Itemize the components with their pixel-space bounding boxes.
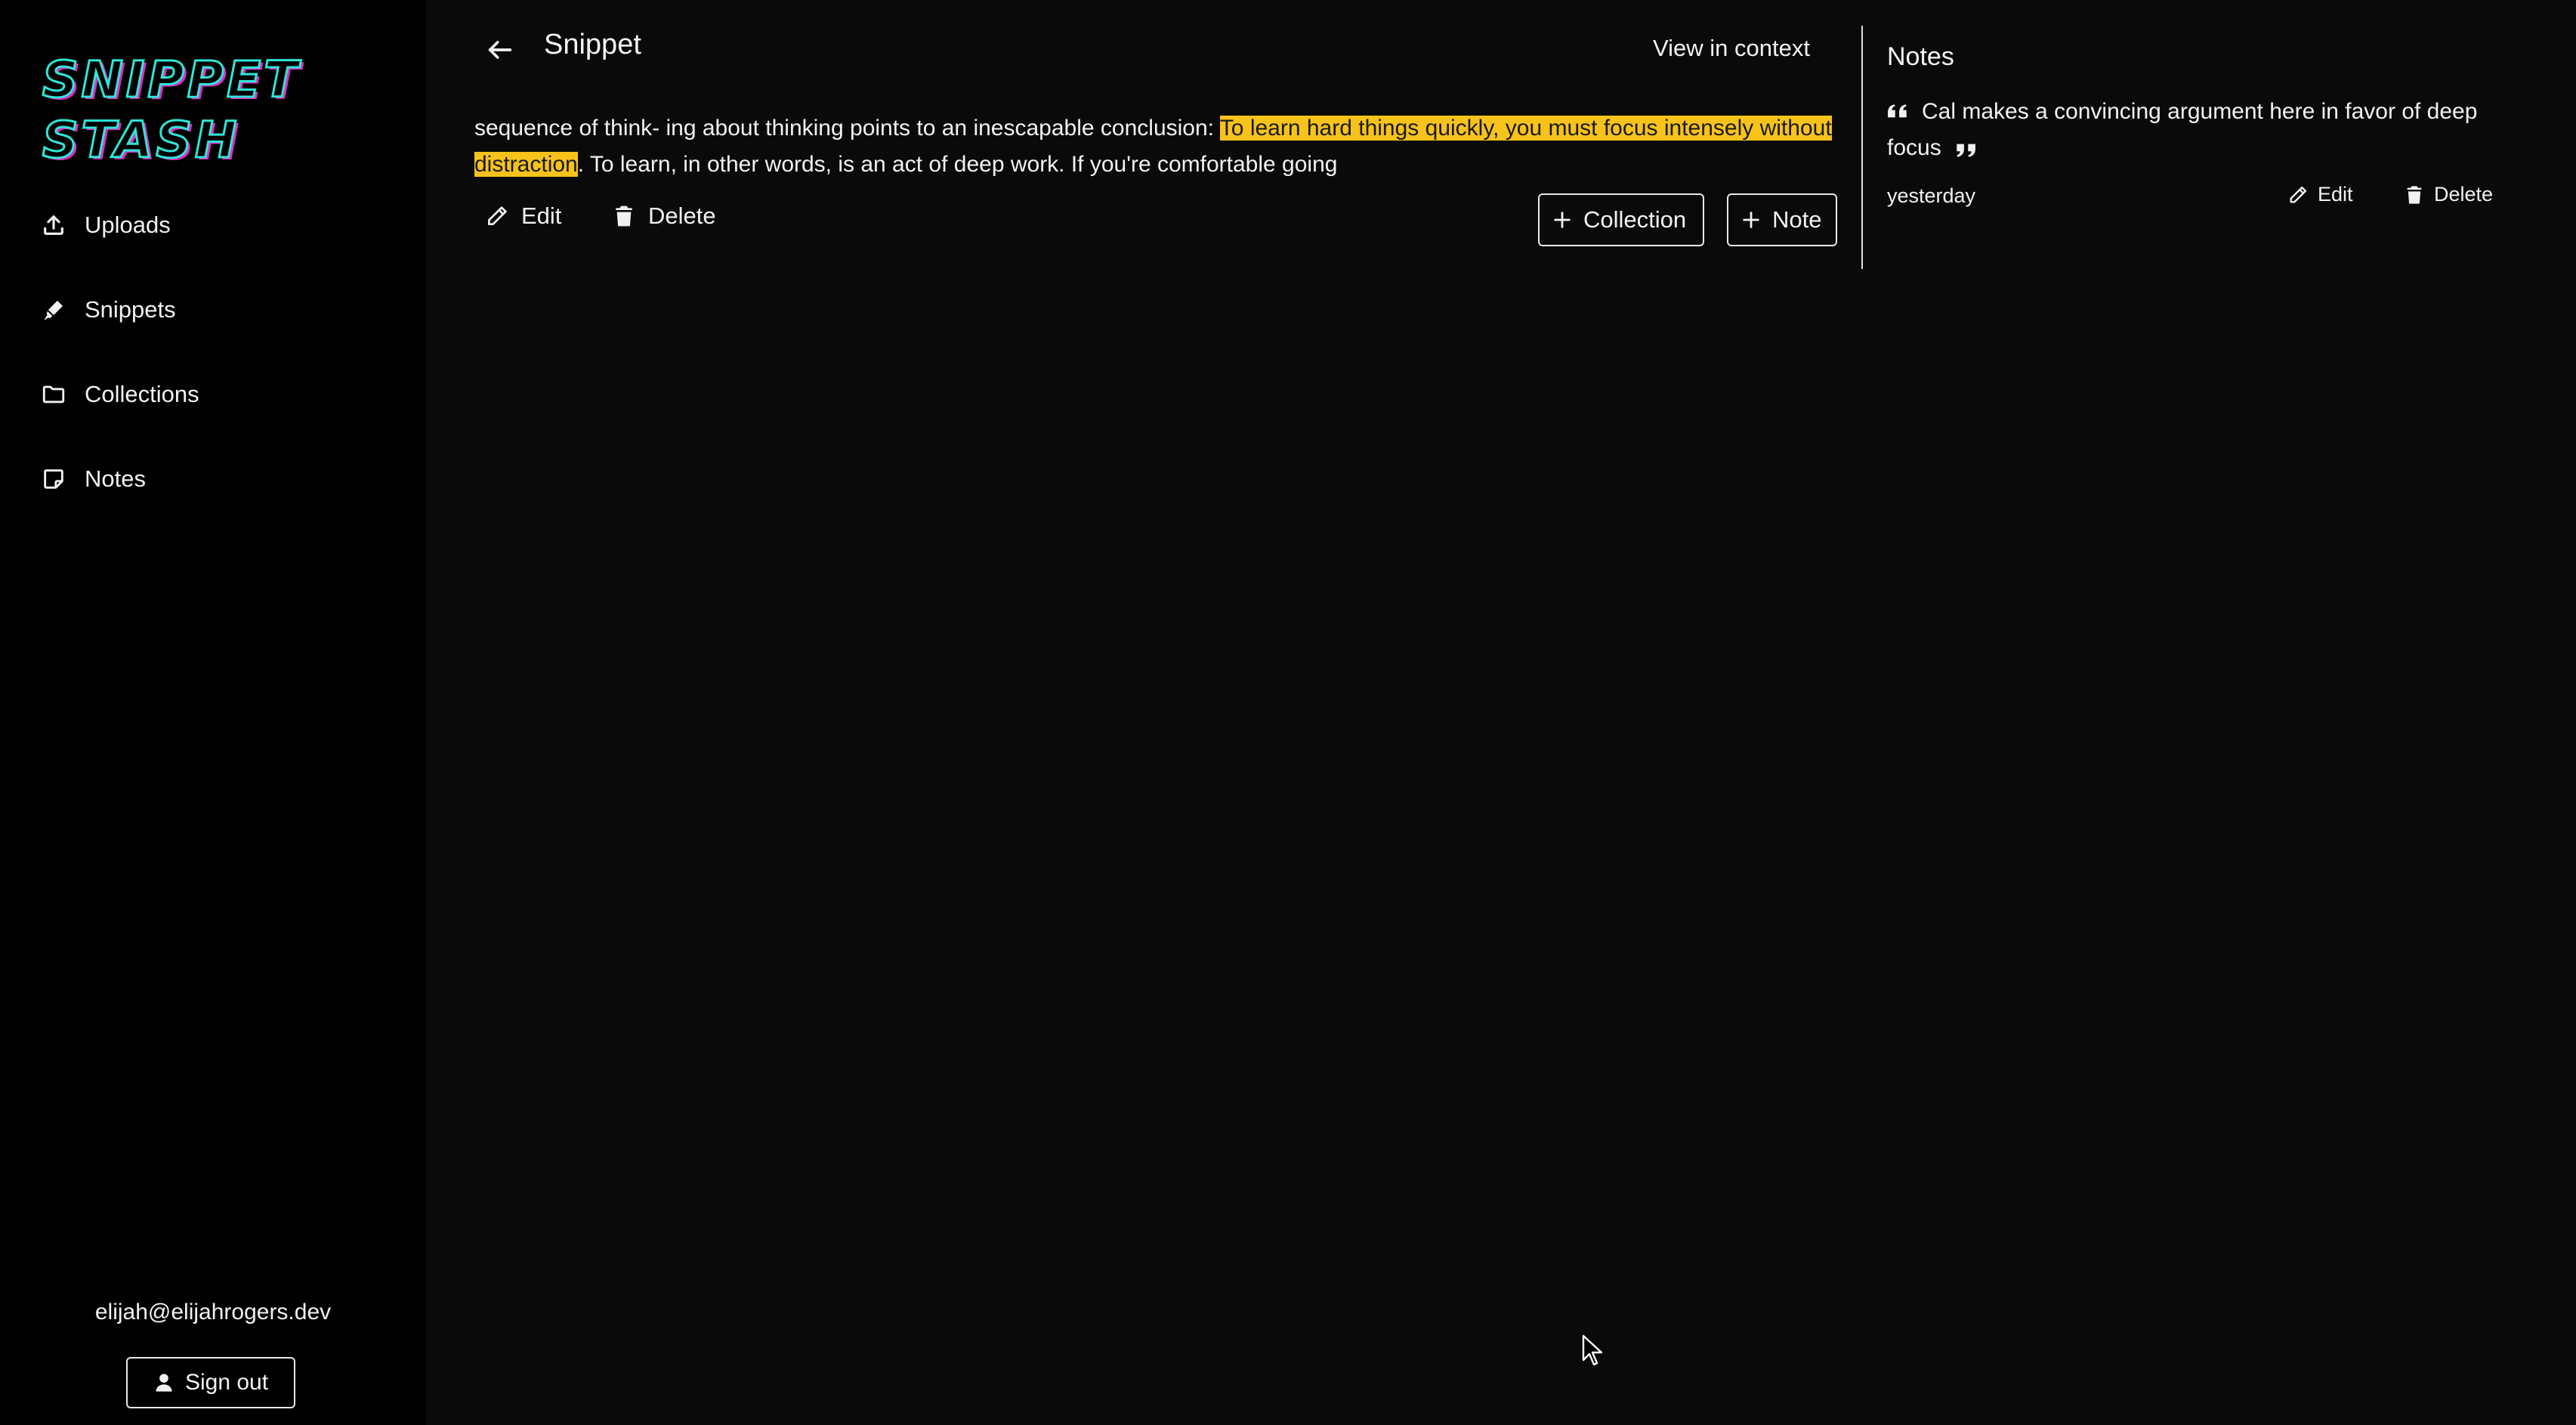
user-icon	[156, 1374, 172, 1392]
sidebar: SNIPPET STASH Uploads Snippets Collectio…	[0, 0, 426, 1425]
sidebar-item-label: Snippets	[85, 296, 176, 323]
sign-out-button[interactable]: Sign out	[126, 1357, 295, 1408]
trash-icon	[2407, 185, 2422, 204]
trash-icon	[616, 206, 632, 227]
notes-panel: Notes Cal makes a convincing argument he…	[1887, 0, 2567, 302]
sidebar-item-label: Notes	[85, 465, 146, 492]
panel-divider	[1861, 26, 1863, 269]
sidebar-item-label: Uploads	[85, 212, 171, 238]
delete-note-label: Delete	[2434, 183, 2494, 206]
app-root: SNIPPET STASH Uploads Snippets Collectio…	[0, 0, 2576, 1425]
sidebar-item-uploads[interactable]: Uploads	[41, 201, 199, 249]
app-logo[interactable]: SNIPPET STASH	[41, 50, 301, 171]
delete-label: Delete	[648, 202, 716, 229]
delete-note-button[interactable]: Delete	[2404, 183, 2493, 206]
edit-label: Edit	[521, 202, 562, 229]
collection-label: Collection	[1583, 206, 1687, 233]
edit-note-button[interactable]: Edit	[2287, 183, 2353, 206]
pencil-icon	[488, 206, 507, 225]
edit-note-label: Edit	[2318, 183, 2353, 206]
plus-icon	[1743, 212, 1759, 228]
add-note-button[interactable]: Note	[1727, 193, 1837, 246]
upload-icon	[44, 215, 63, 235]
add-to-collection-button[interactable]: Collection	[1538, 193, 1704, 246]
snippet-text-after: . To learn, in other words, is an act of…	[577, 152, 1338, 177]
quote-open-icon	[1888, 104, 1907, 118]
user-email: elijah@elijahrogers.dev	[94, 1300, 332, 1325]
quote-close-icon	[1957, 144, 1975, 157]
plus-icon	[1554, 212, 1571, 228]
sidebar-item-notes[interactable]: Notes	[41, 455, 199, 503]
sidebar-item-snippets[interactable]: Snippets	[41, 286, 199, 334]
main-content: Snippet View in context sequence of thin…	[426, 0, 1861, 1425]
pencil-icon	[2290, 186, 2307, 202]
logo-line-1: SNIPPET	[41, 50, 301, 110]
note-item: Cal makes a convincing argument here in …	[1887, 94, 2522, 166]
note-date: yesterday	[1887, 184, 1976, 207]
folder-icon	[42, 385, 65, 403]
sidebar-nav: Uploads Snippets Collections Notes	[41, 201, 199, 539]
sidebar-item-label: Collections	[85, 381, 199, 407]
snippet-text-before: sequence of think- ing about thinking po…	[474, 116, 1220, 141]
logo-line-2: STASH	[41, 110, 240, 171]
edit-snippet-button[interactable]: Edit	[485, 202, 561, 230]
notes-panel-title: Notes	[1887, 42, 1954, 71]
note-label: Note	[1772, 206, 1822, 233]
snippet-text: sequence of think- ing about thinking po…	[474, 110, 1857, 183]
view-in-context-link[interactable]: View in context	[1653, 35, 1810, 62]
delete-snippet-button[interactable]: Delete	[612, 202, 716, 230]
sticky-note-icon	[44, 469, 63, 489]
mouse-cursor-icon	[1582, 1334, 1603, 1366]
highlighter-icon	[44, 300, 63, 320]
back-arrow-icon[interactable]	[485, 35, 515, 65]
sidebar-item-collections[interactable]: Collections	[41, 370, 199, 419]
sign-out-label: Sign out	[184, 1370, 269, 1395]
page-title: Snippet	[544, 29, 641, 60]
